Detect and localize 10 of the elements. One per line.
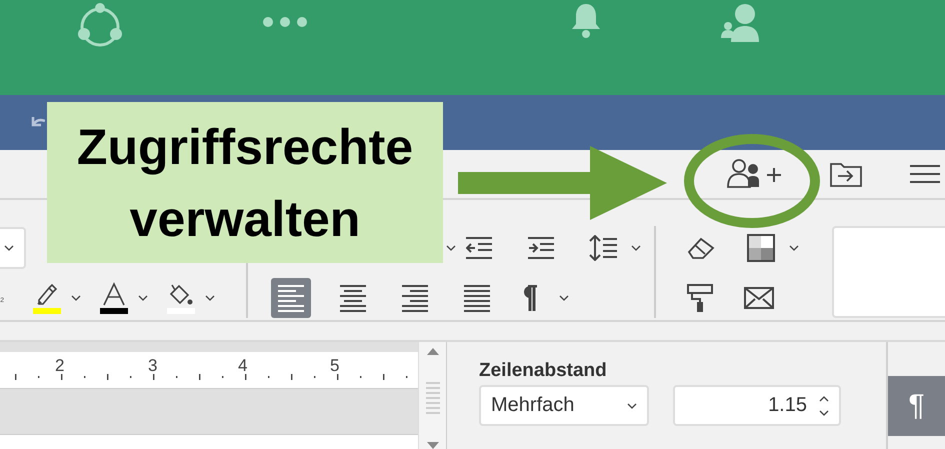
spacing-dropdown[interactable]: Mehrfach — [479, 385, 649, 426]
callout-note: Zugriffsrechte verwalten — [47, 102, 443, 263]
ruler-number: 4 — [238, 356, 248, 376]
spacing-input[interactable]: 1.15 — [673, 385, 841, 426]
ruler-number: 3 — [148, 356, 158, 376]
line-spacing-label: Zeilenabstand — [479, 360, 608, 382]
paragraph-settings-button[interactable]: ¶ — [888, 376, 945, 436]
ruler-number: 2 — [55, 356, 64, 376]
ruler-number: 5 — [330, 356, 340, 376]
subscript-text[interactable]: ₂ — [0, 292, 10, 304]
